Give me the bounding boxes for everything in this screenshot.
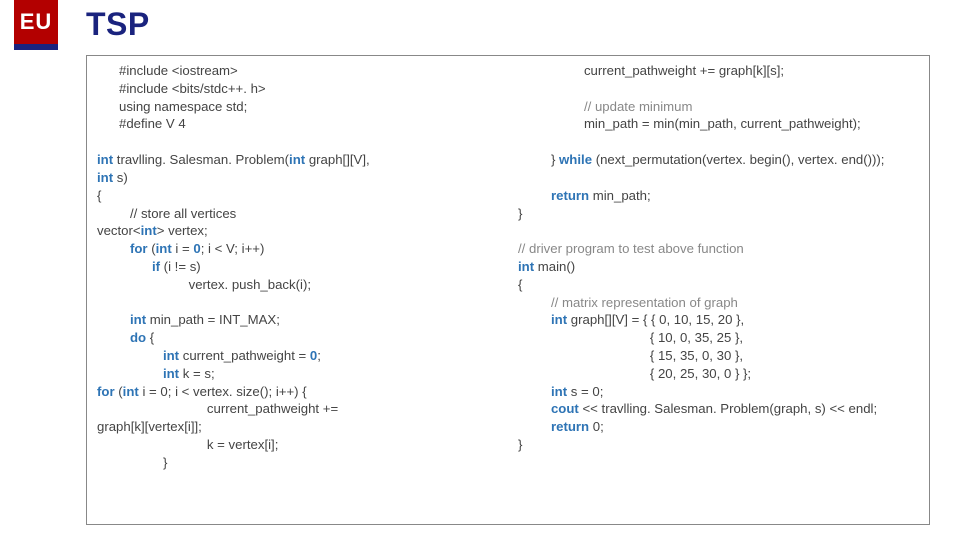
keyword: int — [97, 366, 179, 381]
code-line — [518, 134, 522, 149]
code-line: { — [518, 277, 522, 292]
code-text: (next_permutation(vertex. begin(), verte… — [592, 152, 884, 167]
code-line — [97, 295, 101, 310]
code-text: i = — [172, 241, 194, 256]
keyword: int — [123, 384, 139, 399]
brand-logo: EU — [14, 0, 58, 44]
code-line: { — [97, 188, 101, 203]
code-line: } — [518, 206, 522, 221]
code-container: #include <iostream> #include <bits/stdc+… — [86, 55, 930, 525]
keyword: int — [97, 152, 113, 167]
code-line — [97, 134, 101, 149]
code-text: << travlling. Salesman. Problem(graph, s… — [579, 401, 877, 416]
code-line: vertex. push_back(i); — [97, 277, 311, 292]
code-text: graph[][V] = { { 0, 10, 15, 20 }, — [567, 312, 744, 327]
code-text: main() — [534, 259, 575, 274]
code-line: #include <bits/stdc++. h> — [97, 81, 266, 96]
code-line: graph[k][vertex[i]]; — [97, 419, 202, 434]
code-line: { 10, 0, 35, 25 }, — [518, 330, 743, 345]
keyword: for — [97, 384, 115, 399]
keyword: int — [97, 348, 179, 363]
code-line: #define V 4 — [97, 116, 186, 131]
keyword: int — [518, 384, 567, 399]
keyword: return — [518, 188, 589, 203]
keyword: int — [156, 241, 172, 256]
code-text: i = 0; i < vertex. size(); i++) { — [139, 384, 307, 399]
code-line: // store all vertices — [97, 206, 236, 221]
comment: // matrix representation of graph — [518, 295, 738, 310]
code-line: using namespace std; — [97, 99, 247, 114]
code-text: 0; — [589, 419, 604, 434]
keyword: int — [518, 312, 567, 327]
keyword: do — [97, 330, 146, 345]
code-line: current_pathweight += graph[k][s]; — [518, 63, 784, 78]
comment: // update minimum — [518, 99, 692, 114]
code-text: } — [518, 152, 559, 167]
code-line: min_path = min(min_path, current_pathwei… — [518, 116, 861, 131]
code-line: } — [97, 455, 167, 470]
code-text: current_pathweight = — [179, 348, 310, 363]
page-title: TSP — [86, 6, 150, 43]
code-text: ; — [317, 348, 321, 363]
code-column-right: current_pathweight += graph[k][s]; // up… — [508, 56, 929, 524]
code-text: ( — [115, 384, 123, 399]
code-text: min_path; — [589, 188, 651, 203]
code-text: s) — [113, 170, 128, 185]
code-text: vector< — [97, 223, 141, 238]
code-line: #include <iostream> — [97, 63, 238, 78]
code-line: { 20, 25, 30, 0 } }; — [518, 366, 751, 381]
keyword: int — [97, 312, 146, 327]
code-text: graph[][V], — [305, 152, 370, 167]
keyword: int — [141, 223, 157, 238]
code-text: min_path = INT_MAX; — [146, 312, 280, 327]
code-line: k = vertex[i]; — [97, 437, 278, 452]
brand-logo-accent — [14, 44, 58, 50]
code-line — [518, 223, 522, 238]
keyword: int — [289, 152, 305, 167]
code-text: { — [146, 330, 154, 345]
code-text: > vertex; — [157, 223, 208, 238]
keyword: 0 — [193, 241, 200, 256]
code-column-left: #include <iostream> #include <bits/stdc+… — [87, 56, 508, 524]
code-text: ; i < V; i++) — [201, 241, 265, 256]
code-text: s = 0; — [567, 384, 603, 399]
keyword: int — [518, 259, 534, 274]
code-line: current_pathweight += — [97, 401, 338, 416]
code-text: travlling. Salesman. Problem( — [113, 152, 289, 167]
comment: // driver program to test above function — [518, 241, 744, 256]
code-line: } — [518, 437, 522, 452]
keyword: while — [559, 152, 592, 167]
code-line: { 15, 35, 0, 30 }, — [518, 348, 743, 363]
code-text: k = s; — [179, 366, 215, 381]
keyword: for — [97, 241, 148, 256]
code-text: ( — [148, 241, 156, 256]
keyword: return — [518, 419, 589, 434]
code-line — [518, 170, 522, 185]
keyword: cout — [518, 401, 579, 416]
code-text: (i != s) — [160, 259, 201, 274]
code-line — [518, 81, 522, 96]
keyword: if — [97, 259, 160, 274]
keyword: int — [97, 170, 113, 185]
